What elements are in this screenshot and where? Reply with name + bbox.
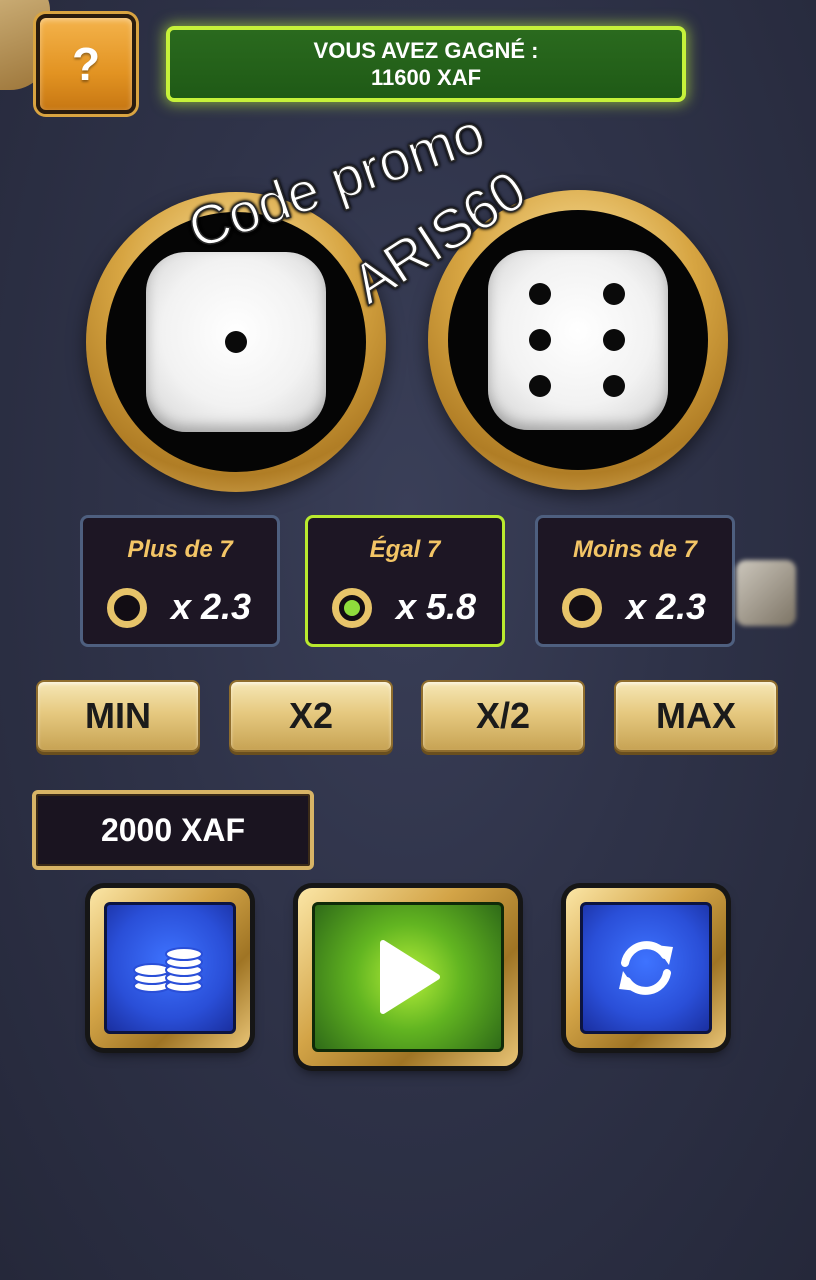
radio-icon[interactable] [107, 588, 147, 628]
win-title: VOUS AVEZ GAGNÉ : [313, 38, 539, 63]
max-stake-button[interactable]: MAX [614, 680, 778, 752]
coins-stack-icon [133, 947, 203, 993]
die-pip [529, 375, 551, 397]
die-pip [225, 331, 247, 353]
bet-option-label: Moins de 7 [572, 536, 698, 563]
decorative-die-icon [736, 560, 796, 626]
bet-option-equal-7[interactable]: Égal 7 x 5.8 [305, 515, 505, 647]
bet-multiplier: x 2.3 [626, 586, 707, 627]
die-pip [529, 329, 551, 351]
bet-option-label: Égal 7 [369, 536, 441, 563]
auto-play-button[interactable] [566, 888, 726, 1048]
min-stake-button[interactable]: MIN [36, 680, 200, 752]
radio-selected-icon[interactable] [332, 588, 372, 628]
refresh-icon [619, 941, 673, 995]
double-stake-button[interactable]: X2 [229, 680, 393, 752]
help-button[interactable]: ? [36, 14, 136, 114]
die-pip [529, 283, 551, 305]
win-amount: 11600 XAF [370, 65, 482, 90]
win-banner: VOUS AVEZ GAGNÉ : 11600 XAF [166, 26, 686, 102]
play-button[interactable] [298, 888, 518, 1066]
play-icon [380, 940, 440, 1014]
bet-multiplier: x 5.8 [396, 586, 477, 627]
bet-option-label: Plus de 7 [127, 536, 233, 563]
bet-option-under-7[interactable]: Moins de 7 x 2.3 [535, 515, 735, 647]
half-stake-button[interactable]: X/2 [421, 680, 585, 752]
stake-amount-field[interactable]: 2000 XAF [32, 790, 314, 870]
bet-multiplier: x 2.3 [171, 586, 252, 627]
bet-option-over-7[interactable]: Plus de 7 x 2.3 [80, 515, 280, 647]
radio-icon[interactable] [562, 588, 602, 628]
die-right [488, 250, 668, 430]
coins-button[interactable] [90, 888, 250, 1048]
die-left [146, 252, 326, 432]
die-pip [603, 329, 625, 351]
die-pip [603, 375, 625, 397]
die-pip [603, 283, 625, 305]
help-label: ? [71, 38, 101, 90]
